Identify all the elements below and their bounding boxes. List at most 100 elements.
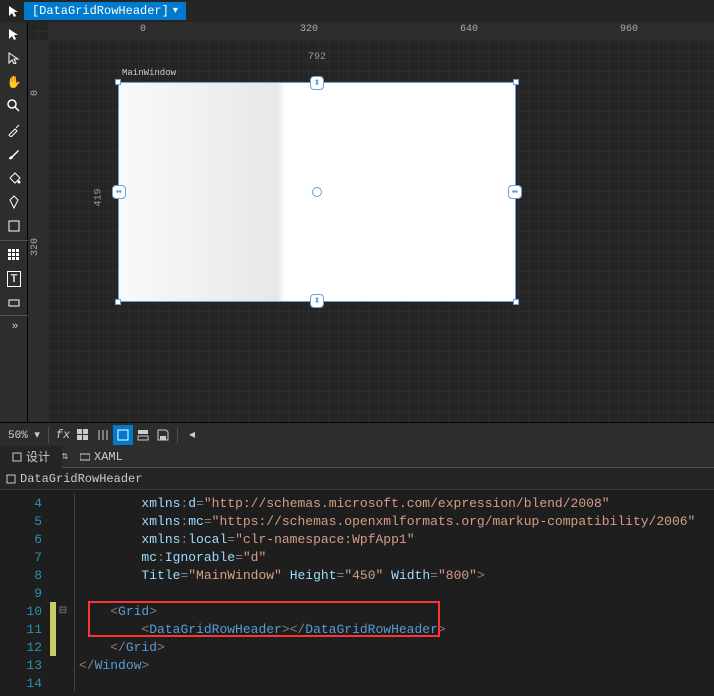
code-line[interactable]: 8 Title="MainWindow" Height="450" Width=… (0, 566, 714, 584)
code-text[interactable]: <Grid> (79, 604, 157, 619)
change-marker (50, 548, 56, 566)
tab-label: XAML (94, 450, 123, 464)
xaml-icon (80, 452, 90, 462)
zoom-level[interactable]: 50% ▾ (4, 428, 44, 442)
change-marker (50, 620, 56, 638)
separator (0, 240, 28, 241)
line-number: 11 (0, 622, 50, 637)
change-marker (50, 638, 56, 656)
outline-guide (74, 548, 75, 566)
pen-tool-icon[interactable] (0, 190, 28, 214)
code-line[interactable]: 10 ⊟ <Grid> (0, 602, 714, 620)
code-text[interactable]: xmlns:local="clr-namespace:WpfApp1" (79, 532, 415, 547)
grid-tool-icon[interactable] (0, 243, 28, 267)
selection-corner[interactable] (513, 299, 519, 305)
chevron-down-icon: ▾ (34, 430, 40, 442)
text-tool-icon[interactable]: T (0, 267, 28, 291)
design-surface[interactable]: 0 320 640 960 0 320 792 419 MainWindow ⬍… (28, 22, 714, 422)
scroll-left-icon[interactable]: ◂ (182, 425, 202, 445)
hand-tool-icon[interactable]: ✋ (0, 70, 28, 94)
outline-guide (74, 656, 75, 674)
top-toolbar: [DataGridRowHeader] ▾ (0, 0, 714, 22)
line-number: 7 (0, 550, 50, 565)
ruler-tick: 320 (300, 24, 318, 35)
xaml-breadcrumb[interactable]: DataGridRowHeader (0, 468, 714, 490)
outline-guide (74, 566, 75, 584)
outline-guide (74, 512, 75, 530)
code-text[interactable]: <DataGridRowHeader></DataGridRowHeader> (79, 622, 446, 637)
tab-label: 设计 (26, 448, 50, 465)
fold-toggle-icon[interactable]: ⊟ (56, 605, 70, 617)
code-line[interactable]: 5 xmlns:mc="https://schemas.openxmlforma… (0, 512, 714, 530)
outline-guide (74, 494, 75, 512)
code-text[interactable]: xmlns:mc="https://schemas.openxmlformats… (79, 514, 695, 529)
ruler-tick: 0 (30, 90, 41, 96)
brush-tool-icon[interactable] (0, 142, 28, 166)
ruler-tick: 960 (620, 24, 638, 35)
selection-corner[interactable] (513, 79, 519, 85)
outline-guide (74, 674, 75, 692)
change-marker (50, 566, 56, 584)
horizontal-ruler: 0 320 640 960 (48, 22, 714, 40)
fx-button[interactable]: fx (53, 425, 73, 445)
outline-guide (74, 584, 75, 602)
center-anchor-icon[interactable] (312, 187, 322, 197)
breadcrumb-label: [DataGridRowHeader] (32, 4, 169, 18)
artboard[interactable]: MainWindow ⬍ ⬍ ⬌ ⬌ (118, 82, 516, 302)
tab-design[interactable]: 设计 (0, 446, 62, 468)
expand-tools-icon[interactable]: » (0, 315, 28, 337)
snap-lines-icon[interactable] (93, 425, 113, 445)
code-line[interactable]: 9 (0, 584, 714, 602)
code-line[interactable]: 12 </Grid> (0, 638, 714, 656)
bucket-tool-icon[interactable] (0, 166, 28, 190)
line-number: 14 (0, 676, 50, 691)
direct-select-tool-icon[interactable] (0, 46, 28, 70)
eyedropper-tool-icon[interactable] (0, 118, 28, 142)
outline-guide (74, 638, 75, 656)
zoom-tool-icon[interactable] (0, 94, 28, 118)
code-text[interactable]: </Grid> (79, 640, 165, 655)
window-canvas[interactable]: ⬍ ⬍ ⬌ ⬌ (118, 82, 516, 302)
split-view-icon[interactable] (133, 425, 153, 445)
change-marker (50, 512, 56, 530)
code-editor[interactable]: 4 xmlns:d="http://schemas.microsoft.com/… (0, 490, 714, 696)
code-line[interactable]: 4 xmlns:d="http://schemas.microsoft.com/… (0, 494, 714, 512)
control-tool-icon[interactable] (0, 291, 28, 315)
tab-xaml[interactable]: XAML (68, 446, 135, 467)
resize-handle-left[interactable]: ⬌ (112, 185, 126, 199)
ruler-tick: 0 (140, 24, 146, 35)
ruler-tick: 320 (30, 238, 41, 256)
separator (177, 427, 178, 443)
element-breadcrumb[interactable]: [DataGridRowHeader] ▾ (24, 2, 186, 20)
line-number: 13 (0, 658, 50, 673)
rect-tool-icon[interactable] (0, 214, 28, 238)
code-line[interactable]: 14 (0, 674, 714, 692)
line-number: 12 (0, 640, 50, 655)
code-line[interactable]: 7 mc:Ignorable="d" (0, 548, 714, 566)
selection-corner[interactable] (115, 299, 121, 305)
show-bounds-icon[interactable] (113, 425, 133, 445)
change-marker (50, 530, 56, 548)
code-text[interactable]: </Window> (79, 658, 149, 673)
code-text[interactable]: mc:Ignorable="d" (79, 550, 266, 565)
line-number: 9 (0, 586, 50, 601)
resize-handle-right[interactable]: ⬌ (508, 185, 522, 199)
save-icon[interactable] (153, 425, 173, 445)
selection-corner[interactable] (115, 79, 121, 85)
code-line[interactable]: 13 </Window> (0, 656, 714, 674)
code-line[interactable]: 11 <DataGridRowHeader></DataGridRowHeade… (0, 620, 714, 638)
line-number: 10 (0, 604, 50, 619)
element-icon (6, 474, 16, 484)
resize-handle-bottom[interactable]: ⬍ (310, 294, 324, 308)
code-text[interactable]: xmlns:d="http://schemas.microsoft.com/ex… (79, 496, 610, 511)
code-text[interactable]: Title="MainWindow" Height="450" Width="8… (79, 568, 485, 583)
code-line[interactable]: 6 xmlns:local="clr-namespace:WpfApp1" (0, 530, 714, 548)
pointer-tool-icon[interactable] (0, 22, 28, 46)
resize-handle-top[interactable]: ⬍ (310, 76, 324, 90)
artboard-wrapper: 792 419 MainWindow ⬍ ⬍ ⬌ ⬌ (118, 82, 516, 302)
line-number: 8 (0, 568, 50, 583)
window-title-label: MainWindow (122, 68, 176, 78)
grid-snap-icon[interactable] (73, 425, 93, 445)
selection-cursor-icon[interactable] (4, 1, 24, 21)
outline-guide (74, 620, 75, 638)
